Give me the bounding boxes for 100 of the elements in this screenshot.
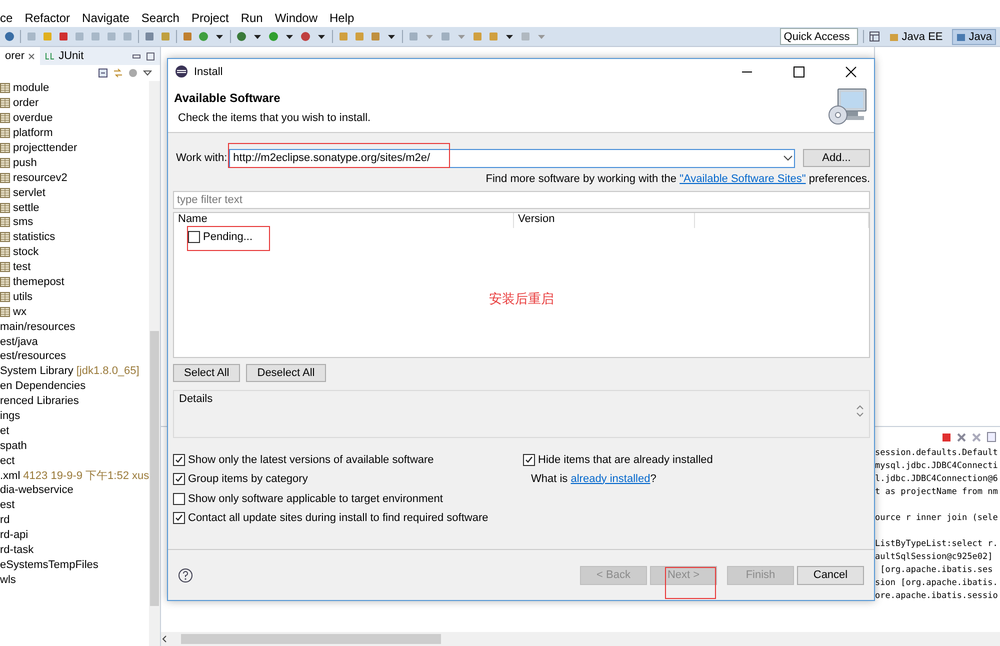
tree-item[interactable]: stock [0,244,150,260]
checkbox[interactable] [173,454,185,466]
tree-item-label: est [0,499,15,512]
tree-item[interactable]: ect [0,453,150,468]
computer-disc-icon [828,87,868,127]
tree-item[interactable]: rd-api [0,528,150,543]
terminate-icon[interactable] [942,432,951,442]
menu-item[interactable]: Window [268,11,324,25]
column-header[interactable]: Name [174,213,514,228]
tree-item-label: renced Libraries [0,395,79,408]
add-button[interactable]: Add... [803,149,870,167]
tree-item[interactable]: push [0,155,150,170]
perspective-tab[interactable]: Java [952,28,996,44]
tree-item-label: ings [0,410,20,422]
menu-item[interactable]: Search [135,11,186,25]
option-label: Group items by category [188,473,308,486]
console-line: ore.apache.ibatis.sessio [875,590,999,603]
tree-item[interactable]: ings [0,408,150,424]
tree-item-label: platform [13,127,53,140]
tree-item[interactable]: utils [0,289,150,304]
tree-item[interactable]: rd-task [0,542,150,558]
tree-item[interactable]: est [0,498,150,513]
select-button[interactable]: Select All [173,364,240,382]
scrollbar[interactable] [149,81,160,646]
installed-link[interactable]: already installed [570,472,650,484]
tree-item[interactable]: .xml 4123 19-9-9 下午1:52 xus [0,468,150,484]
document-icon[interactable] [987,432,996,442]
checkbox[interactable] [523,454,535,466]
tree-item[interactable]: spath [0,438,150,454]
collapse-all-icon[interactable] [98,68,108,78]
link-icon[interactable] [113,68,123,78]
spinner-icon[interactable] [856,405,864,417]
tree-item[interactable]: en Dependencies [0,378,150,394]
tree-item[interactable]: dia-webservice [0,483,150,498]
tree-item[interactable]: themepost [0,274,150,290]
view-tab[interactable]: JUnit [40,47,89,65]
tree-item[interactable]: sms [0,215,150,230]
menu-item[interactable]: Run [234,11,269,25]
tree-item[interactable]: et [0,423,150,438]
tree-item[interactable]: resourcev2 [0,170,150,186]
field-label: Work with: [176,152,228,164]
annotation-text: 安装后重启 [489,290,554,308]
menu-item[interactable]: ce [0,11,19,25]
tree-item[interactable]: projecttender [0,140,150,156]
stop-icon[interactable] [58,31,69,42]
filter-field[interactable]: type filter text [173,191,870,209]
checkbox[interactable] [173,473,185,486]
option-label: Show only software applicable to target environment [188,492,443,505]
console-line: aultSqlSession@c925e02] [875,551,994,564]
tree-item[interactable]: module [0,81,150,96]
menu-item[interactable]: Project [185,11,235,25]
open-perspective-icon[interactable] [868,31,880,42]
tree-item[interactable]: settle [0,200,150,216]
wizard-button[interactable]: Cancel [797,566,864,584]
details-label: Details [179,393,214,405]
tree-item[interactable]: rd [0,512,150,528]
checkbox[interactable] [188,231,200,243]
dropdown-caret-icon[interactable] [782,154,794,162]
view-menu-icon[interactable] [143,70,152,76]
tree-item[interactable]: overdue [0,110,150,126]
tree-item[interactable]: main/resources [0,319,150,334]
tree-item[interactable]: test [0,260,150,275]
tree-item[interactable]: eSystemsTempFiles [0,558,150,572]
scroll-left-icon[interactable] [161,635,169,643]
find-more-text: Find more software by working with the "Available Software Sites" preferences. [486,173,870,185]
menu-item[interactable]: Refactor [18,11,76,25]
menu-item[interactable]: Help [324,11,360,25]
checkbox[interactable] [173,512,185,524]
tree-item[interactable]: platform [0,126,150,141]
scrollbar[interactable] [161,632,1000,646]
tree-item[interactable]: statistics [0,230,150,245]
column-header[interactable]: Version [514,213,695,228]
tree-item-label: est/java [0,336,38,348]
tree-item[interactable]: servlet [0,185,150,200]
tree-item[interactable]: wx [0,304,150,320]
work-with-combo[interactable]: http://m2eclipse.sonatype.org/sites/m2e/ [229,148,795,168]
highlight-frame [665,567,716,599]
tree-item[interactable]: order [0,96,150,111]
remove-all-icon[interactable] [972,432,981,442]
tree-item[interactable]: est/java [0,334,150,350]
select-button[interactable]: Deselect All [246,364,326,382]
tree-item-label: wls [0,574,16,586]
view-tab[interactable]: orer [0,47,40,65]
tree-item[interactable]: est/resources [0,349,150,364]
tree-item-label: themepost [13,276,64,288]
quick-access-field[interactable]: Quick Access [780,28,858,45]
menu-item[interactable]: Navigate [76,11,136,25]
tree-item[interactable]: wls [0,572,150,588]
tree-item[interactable]: renced Libraries [0,394,150,409]
remove-icon[interactable] [957,432,966,442]
help-icon[interactable] [178,568,193,582]
tree-item[interactable]: System Library [jdk1.8.0_65] [0,364,150,379]
checkbox[interactable] [173,492,185,505]
window-title: Install [194,66,224,78]
tree-item-label: .xml [0,470,20,482]
perspective-tab[interactable]: Java EE [884,28,947,44]
minimize-icon[interactable] [132,52,141,60]
option-label: Show only the latest versions of available software [188,454,434,466]
sites-link[interactable]: "Available Software Sites" [680,173,806,185]
tree-item-label: spath [0,440,27,452]
